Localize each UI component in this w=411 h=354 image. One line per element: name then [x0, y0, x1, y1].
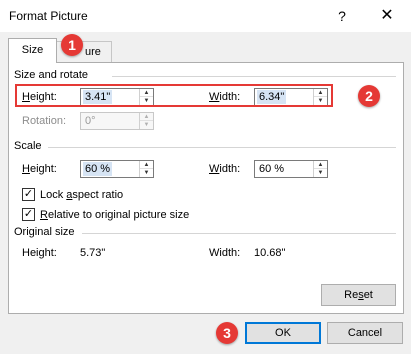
window-title: Format Picture — [9, 9, 88, 23]
reset-button[interactable]: Reset — [321, 284, 396, 306]
help-button[interactable]: ? — [333, 6, 351, 26]
rotation-spinner: 0° ▲ ▼ — [80, 112, 154, 130]
spin-down-icon[interactable]: ▼ — [140, 169, 153, 177]
scale-width-label: Width: — [209, 163, 241, 175]
lock-aspect-checkbox[interactable]: ✓ — [22, 188, 35, 201]
scale-header: Scale — [14, 140, 42, 152]
spin-down-icon: ▼ — [143, 122, 150, 128]
original-width-value: 10.68" — [254, 247, 286, 259]
spin-up-icon[interactable]: ▲ — [140, 161, 153, 169]
cancel-button[interactable]: Cancel — [327, 322, 403, 344]
section-divider — [82, 233, 396, 234]
original-width-label: Width: — [209, 247, 241, 259]
annotation-badge-3: 3 — [216, 322, 238, 344]
original-size-header: Original size — [14, 226, 75, 238]
scale-width-value[interactable]: 60 % — [259, 162, 284, 176]
ok-button[interactable]: OK — [245, 322, 321, 344]
original-height-value: 5.73" — [80, 247, 106, 259]
rotation-label: Rotation: — [22, 115, 67, 127]
rotation-value: 0° — [85, 115, 96, 127]
tab-size[interactable]: Size — [8, 38, 57, 63]
annotation-highlight-box — [15, 84, 333, 107]
annotation-badge-2: 2 — [358, 85, 380, 107]
section-divider — [112, 76, 396, 77]
scale-height-spinner[interactable]: 60 % ▲ ▼ — [80, 160, 154, 178]
close-button[interactable]: ✕ — [377, 5, 397, 27]
size-rotate-header: Size and rotate — [14, 69, 88, 81]
scale-height-value[interactable]: 60 % — [83, 162, 113, 176]
relative-size-checkbox[interactable]: ✓ — [22, 208, 35, 221]
scale-height-label: Height: — [22, 163, 57, 175]
spin-up-icon[interactable]: ▲ — [314, 161, 327, 169]
checkmark-icon: ✓ — [23, 208, 34, 220]
spin-up-icon: ▲ — [140, 113, 153, 121]
spin-down-icon[interactable]: ▼ — [314, 169, 327, 177]
original-height-label: Height: — [22, 247, 57, 259]
relative-size-label[interactable]: Relative to original picture size — [40, 207, 189, 223]
checkmark-icon: ✓ — [23, 188, 34, 200]
lock-aspect-label[interactable]: Lock aspect ratio — [40, 187, 123, 203]
section-divider — [48, 147, 396, 148]
scale-width-spinner[interactable]: 60 % ▲ ▼ — [254, 160, 328, 178]
annotation-badge-1: 1 — [61, 34, 83, 56]
